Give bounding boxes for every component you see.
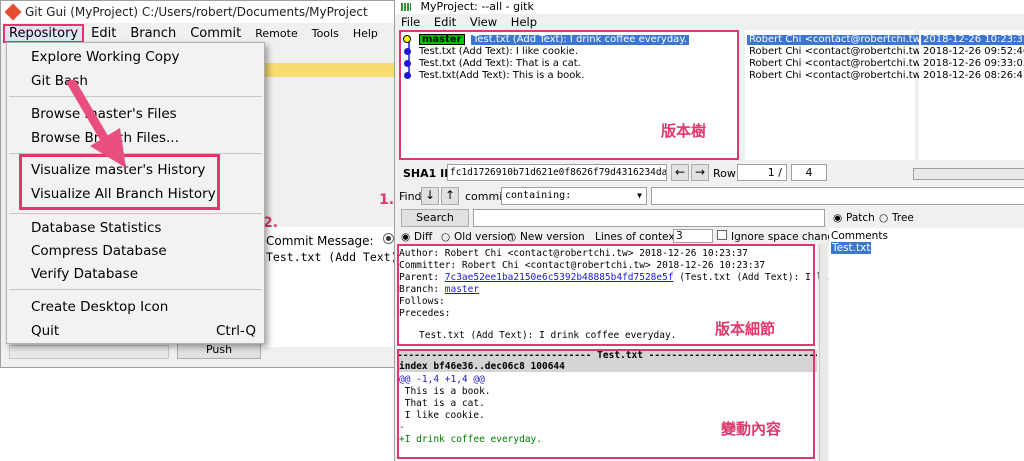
menu-separator — [9, 289, 262, 290]
details-annotation-label: 版本細節 — [715, 320, 776, 338]
old-version-label: Old version — [454, 231, 514, 243]
patch-tree-toggle: ◉ Patch ○ Tree — [829, 210, 1024, 228]
menu-help[interactable]: Help — [346, 27, 385, 40]
author-cell: Robert Chi <contact@robertchi.tw> — [749, 46, 930, 57]
diff-option-label: Diff — [414, 231, 433, 243]
find-down-arrow-icon[interactable]: ↓ — [421, 187, 439, 205]
step-2-label: 2. — [263, 215, 279, 231]
search-button[interactable]: Search — [401, 209, 469, 227]
date-cell: 2018-12-26 08:26:41 — [923, 70, 1024, 81]
tree-label: Tree — [892, 212, 914, 224]
gitk-title: MyProject: --all - gitk — [420, 0, 534, 13]
menu-separator — [9, 213, 262, 214]
menu-item-quit[interactable]: Quit — [31, 323, 59, 339]
new-version-radio-icon[interactable]: ○ — [507, 231, 516, 243]
sha1-field[interactable]: fc1d1726910b71d621e0f8626f79d4316234da79 — [447, 164, 667, 181]
horizontal-scrollbar[interactable] — [9, 345, 169, 359]
menu-remote[interactable]: Remote — [248, 27, 304, 40]
git-logo-icon — [4, 3, 22, 21]
git-gui-titlebar: Git Gui (MyProject) C:/Users/robert/Docu… — [1, 1, 399, 23]
lines-of-context-input[interactable]: 3 — [673, 229, 713, 243]
lines-of-context-label: Lines of context: — [595, 231, 683, 243]
date-pane[interactable]: 2018-12-26 10:23:37 2018-12-26 09:52:46 … — [919, 30, 1024, 160]
file-list-pane[interactable]: Comments Test.txt — [829, 228, 1024, 461]
find-toolbar: Find ↓ ↑ commit containing: ▼ — [395, 185, 1024, 207]
file-list-item[interactable]: Test.txt — [831, 242, 872, 254]
diff-options-bar: ◉ Diff ○ Old version ○ New version Lines… — [395, 228, 841, 244]
menu-tools[interactable]: Tools — [305, 27, 346, 40]
date-cell: 2018-12-26 09:52:46 — [923, 46, 1024, 57]
step-1-label: 1. — [379, 192, 395, 208]
author-cell: Robert Chi <contact@robertchi.tw> — [749, 70, 930, 81]
file-list-comments[interactable]: Comments — [831, 230, 888, 242]
row-current-field[interactable]: 1 / — [737, 164, 787, 181]
diff-annotation-label: 變動內容 — [721, 420, 782, 438]
back-arrow-icon[interactable]: ← — [671, 164, 689, 181]
author-cell: Robert Chi <contact@robertchi.tw> — [749, 58, 930, 69]
gitk-app-icon — [401, 3, 411, 11]
menu-item-create-desktop-icon[interactable]: Create Desktop Icon — [31, 299, 168, 315]
gitk-menubar: File Edit View Help — [395, 14, 1024, 30]
row-label: Row — [713, 167, 736, 180]
date-cell: 2018-12-26 09:33:05 — [923, 58, 1024, 69]
tree-annotation-label: 版本樹 — [661, 122, 707, 140]
gitk-window: MyProject: --all - gitk File Edit View H… — [379, 0, 1024, 461]
menu-branch[interactable]: Branch — [123, 26, 183, 41]
commit-message-label: Commit Message: — [266, 234, 374, 248]
menu-item-verify-database[interactable]: Verify Database — [31, 266, 138, 282]
old-version-radio-icon[interactable]: ○ — [441, 231, 450, 243]
find-up-arrow-icon[interactable]: ↑ — [441, 187, 459, 205]
row-total-field: 4 — [791, 164, 827, 181]
ignore-space-checkbox[interactable] — [717, 230, 727, 240]
git-gui-title: Git Gui (MyProject) C:/Users/robert/Docu… — [25, 5, 368, 19]
menu-item-explore-working-copy[interactable]: Explore Working Copy — [31, 49, 180, 65]
patch-label: Patch — [846, 212, 875, 224]
diff-annotation-box — [397, 349, 815, 459]
author-cell: Robert Chi <contact@robertchi.tw> — [747, 34, 932, 45]
commit-message-text[interactable]: Test.txt (Add Text): I — [266, 250, 399, 264]
date-cell: 2018-12-26 10:23:37 — [921, 35, 1024, 45]
containing-value: containing: — [505, 190, 572, 201]
menu-item-compress-database[interactable]: Compress Database — [31, 243, 167, 259]
tree-radio-icon[interactable]: ○ — [879, 212, 888, 224]
gitk-titlebar: MyProject: --all - gitk — [395, 0, 1024, 14]
diff-radio-icon[interactable]: ◉ — [401, 231, 410, 243]
menu-edit[interactable]: Edit — [84, 26, 123, 41]
git-gui-menubar: Repository Edit Branch Commit Remote Too… — [1, 23, 399, 43]
menu-repository[interactable]: Repository — [3, 23, 85, 43]
quit-accelerator: Ctrl-Q — [215, 323, 256, 339]
ignore-space-label: Ignore space change — [731, 231, 841, 243]
progress-bar — [913, 168, 1024, 180]
sha1-toolbar: SHA1 ID: fc1d1726910b71d621e0f8626f79d43… — [395, 162, 1024, 184]
containing-dropdown[interactable]: containing: ▼ — [501, 187, 647, 205]
dropdown-caret-icon: ▼ — [637, 191, 642, 200]
new-version-label: New version — [520, 231, 585, 243]
search-input[interactable] — [473, 209, 825, 227]
patch-radio-icon[interactable]: ◉ — [833, 212, 842, 224]
staged-changes-header — [263, 63, 399, 77]
arrow-annotation-icon — [66, 80, 126, 168]
gitk-menu-view[interactable]: View — [470, 15, 497, 29]
gitk-menu-file[interactable]: File — [401, 15, 420, 29]
new-commit-radio[interactable] — [383, 233, 394, 244]
menu-commit[interactable]: Commit — [183, 26, 248, 41]
find-input[interactable] — [651, 187, 1024, 205]
diff-scrollbar[interactable] — [819, 244, 827, 461]
menu-item-database-statistics[interactable]: Database Statistics — [31, 220, 161, 236]
gitk-menu-edit[interactable]: Edit — [434, 15, 456, 29]
author-pane[interactable]: Robert Chi <contact@robertchi.tw> Robert… — [745, 30, 932, 160]
find-label: Find — [399, 190, 422, 203]
gitk-menu-help[interactable]: Help — [511, 15, 537, 29]
forward-arrow-icon[interactable]: → — [691, 164, 709, 181]
